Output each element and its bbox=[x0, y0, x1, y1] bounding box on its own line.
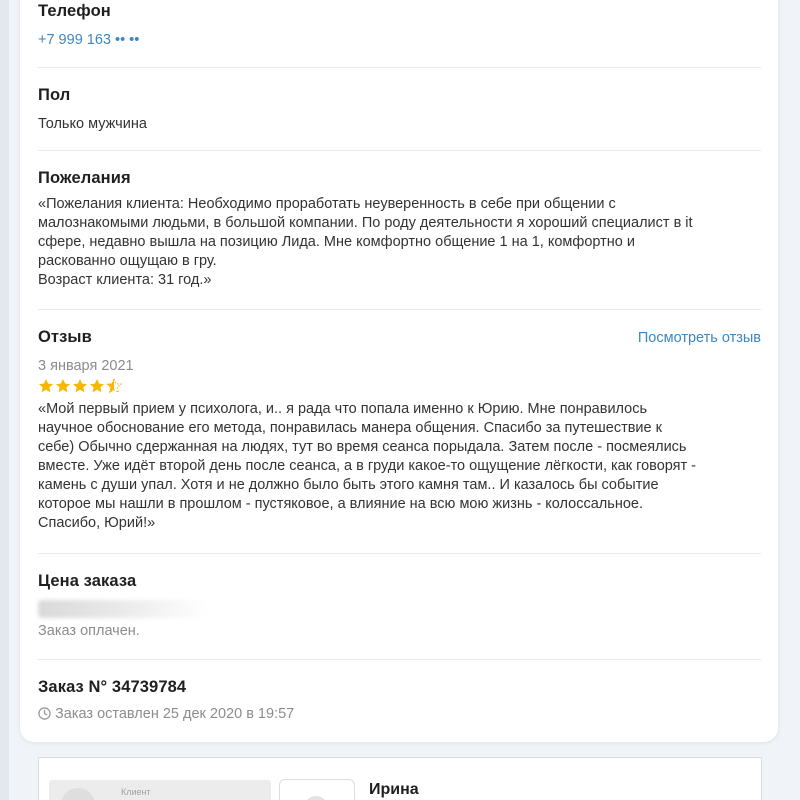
order-details-card: Телефон +7 999 163 •• •• Пол Только мужч… bbox=[20, 0, 778, 742]
wishes-line: сфере, недавно вышла на позицию Лида. Мн… bbox=[38, 234, 635, 250]
review-text: «Мой первый прием у психолога, и.. я рад… bbox=[38, 400, 761, 533]
divider bbox=[38, 67, 761, 68]
left-strip bbox=[0, 0, 9, 800]
payment-status: Заказ оплачен. bbox=[38, 623, 140, 639]
divider bbox=[38, 150, 761, 151]
review-line: Спасибо, Юрий!» bbox=[38, 515, 156, 531]
clock-icon bbox=[38, 707, 51, 724]
divider bbox=[38, 309, 761, 310]
wishes-text: «Пожелания клиента: Необходимо проработа… bbox=[38, 195, 761, 290]
star-full-icon bbox=[73, 379, 87, 393]
gender-section: Пол Только мужчина bbox=[38, 86, 761, 134]
review-section: Отзыв Посмотреть отзыв 3 января 2021 «Мо… bbox=[38, 328, 761, 533]
wishes-line: малознакомыми людьми, в большой компании… bbox=[38, 215, 693, 231]
star-full-icon bbox=[39, 379, 53, 393]
review-line: научное обоснование его метода, понравил… bbox=[38, 420, 662, 436]
star-full-icon bbox=[56, 379, 70, 393]
review-line: вместе. Уже идёт второй день после сеанс… bbox=[38, 458, 697, 474]
wishes-line: раскованно ощущаю в гру. bbox=[38, 253, 217, 269]
wishes-line: Возраст клиента: 31 год.» bbox=[38, 272, 212, 288]
client-name: Ирина bbox=[369, 781, 419, 798]
order-placed-text: Заказ оставлен 25 дек 2020 в 19:57 bbox=[55, 706, 295, 722]
client-card: Клиент Ирина bbox=[38, 757, 762, 800]
avatar-placeholder-icon bbox=[304, 796, 328, 800]
hidden-price bbox=[38, 600, 208, 618]
star-half-icon bbox=[106, 378, 122, 394]
review-header: Отзыв Посмотреть отзыв bbox=[38, 328, 761, 347]
view-review-link[interactable]: Посмотреть отзыв bbox=[638, 330, 761, 346]
gender-heading: Пол bbox=[38, 86, 71, 104]
wishes-section: Пожелания «Пожелания клиента: Необходимо… bbox=[38, 169, 761, 290]
review-line: «Мой первый прием у психолога, и.. я рад… bbox=[38, 401, 648, 417]
divider bbox=[38, 659, 761, 660]
wishes-line: «Пожелания клиента: Необходимо проработа… bbox=[38, 196, 616, 212]
price-section: Цена заказа Заказ оплачен. bbox=[38, 572, 761, 639]
order-section: Заказ N° 34739784 Заказ оставлен 25 дек … bbox=[38, 678, 761, 724]
review-heading: Отзыв bbox=[38, 328, 92, 346]
order-number-heading: Заказ N° 34739784 bbox=[38, 678, 187, 696]
client-avatar-placeholder bbox=[61, 788, 95, 800]
phone-section: Телефон +7 999 163 •• •• bbox=[38, 2, 761, 48]
review-line: себе) Обычно сдержанная на людях, тут во… bbox=[38, 439, 687, 455]
client-preview[interactable]: Клиент bbox=[49, 780, 271, 800]
wishes-heading: Пожелания bbox=[38, 169, 131, 187]
gender-value: Только мужчина bbox=[38, 116, 147, 132]
price-heading: Цена заказа bbox=[38, 572, 137, 590]
avatar[interactable] bbox=[279, 779, 355, 800]
phone-link[interactable]: +7 999 163 •• •• bbox=[38, 32, 761, 48]
phone-heading: Телефон bbox=[38, 2, 111, 20]
rating-stars bbox=[38, 378, 761, 394]
divider bbox=[38, 553, 761, 554]
review-line: которое мы нашли в прошлом - пустяковое,… bbox=[38, 496, 643, 512]
review-line: камень с души упал. Хотя и не должно был… bbox=[38, 477, 659, 493]
star-full-icon bbox=[90, 379, 104, 393]
client-label: Клиент bbox=[121, 787, 151, 797]
review-date: 3 января 2021 bbox=[38, 358, 134, 374]
order-placed-info: Заказ оставлен 25 дек 2020 в 19:57 bbox=[38, 706, 761, 724]
